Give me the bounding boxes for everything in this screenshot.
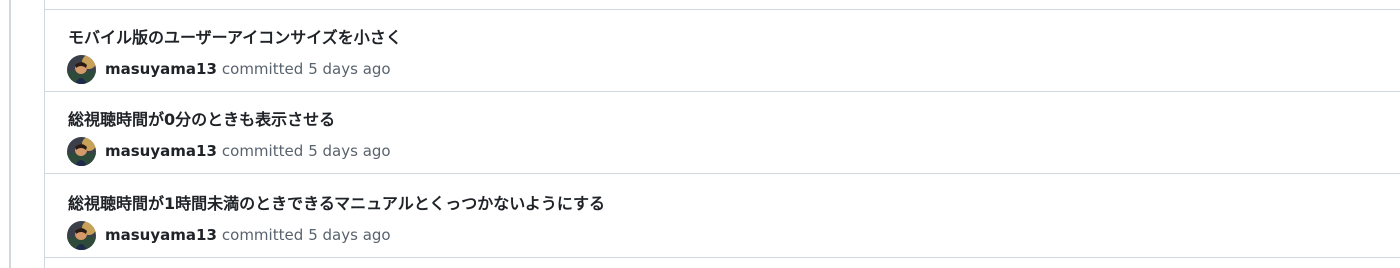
commit-author-link[interactable]: masuyama13 — [105, 142, 217, 160]
commit-title-link[interactable]: 総視聴時間が1時間未満のときできるマニュアルとくっつかないようにする — [68, 190, 605, 214]
commit-row: モバイル版のユーザーアイコンサイズを小さく masuyama13 committ… — [45, 10, 1400, 92]
commit-meta: masuyama13 committed 5 days ago — [67, 136, 391, 166]
avatar[interactable] — [67, 220, 96, 250]
commit-meta: masuyama13 committed 5 days ago — [67, 54, 391, 84]
commit-row: 総視聴時間が1時間未満のときできるマニュアルとくっつかないようにする masuy… — [45, 176, 1400, 258]
commit-title-link[interactable]: モバイル版のユーザーアイコンサイズを小さく — [68, 24, 402, 48]
commit-list: モバイル版のユーザーアイコンサイズを小さく masuyama13 committ… — [44, 0, 1400, 268]
commit-verb: committed — [221, 60, 304, 78]
commit-author-link[interactable]: masuyama13 — [105, 60, 217, 78]
commit-timestamp: 5 days ago — [308, 142, 391, 160]
avatar[interactable] — [67, 136, 96, 166]
commit-meta: masuyama13 committed 5 days ago — [67, 220, 391, 250]
commit-timestamp: 5 days ago — [308, 226, 391, 244]
commit-title-link[interactable]: 総視聴時間が0分のときも表示させる — [68, 106, 335, 130]
timeline-rail — [9, 0, 11, 268]
commit-verb: committed — [221, 226, 304, 244]
commit-verb: committed — [221, 142, 304, 160]
commit-row: 総視聴時間が0分のときも表示させる masuyama13 committed 5… — [45, 92, 1400, 174]
commit-timestamp: 5 days ago — [308, 60, 391, 78]
commit-author-link[interactable]: masuyama13 — [105, 226, 217, 244]
avatar[interactable] — [67, 54, 96, 84]
